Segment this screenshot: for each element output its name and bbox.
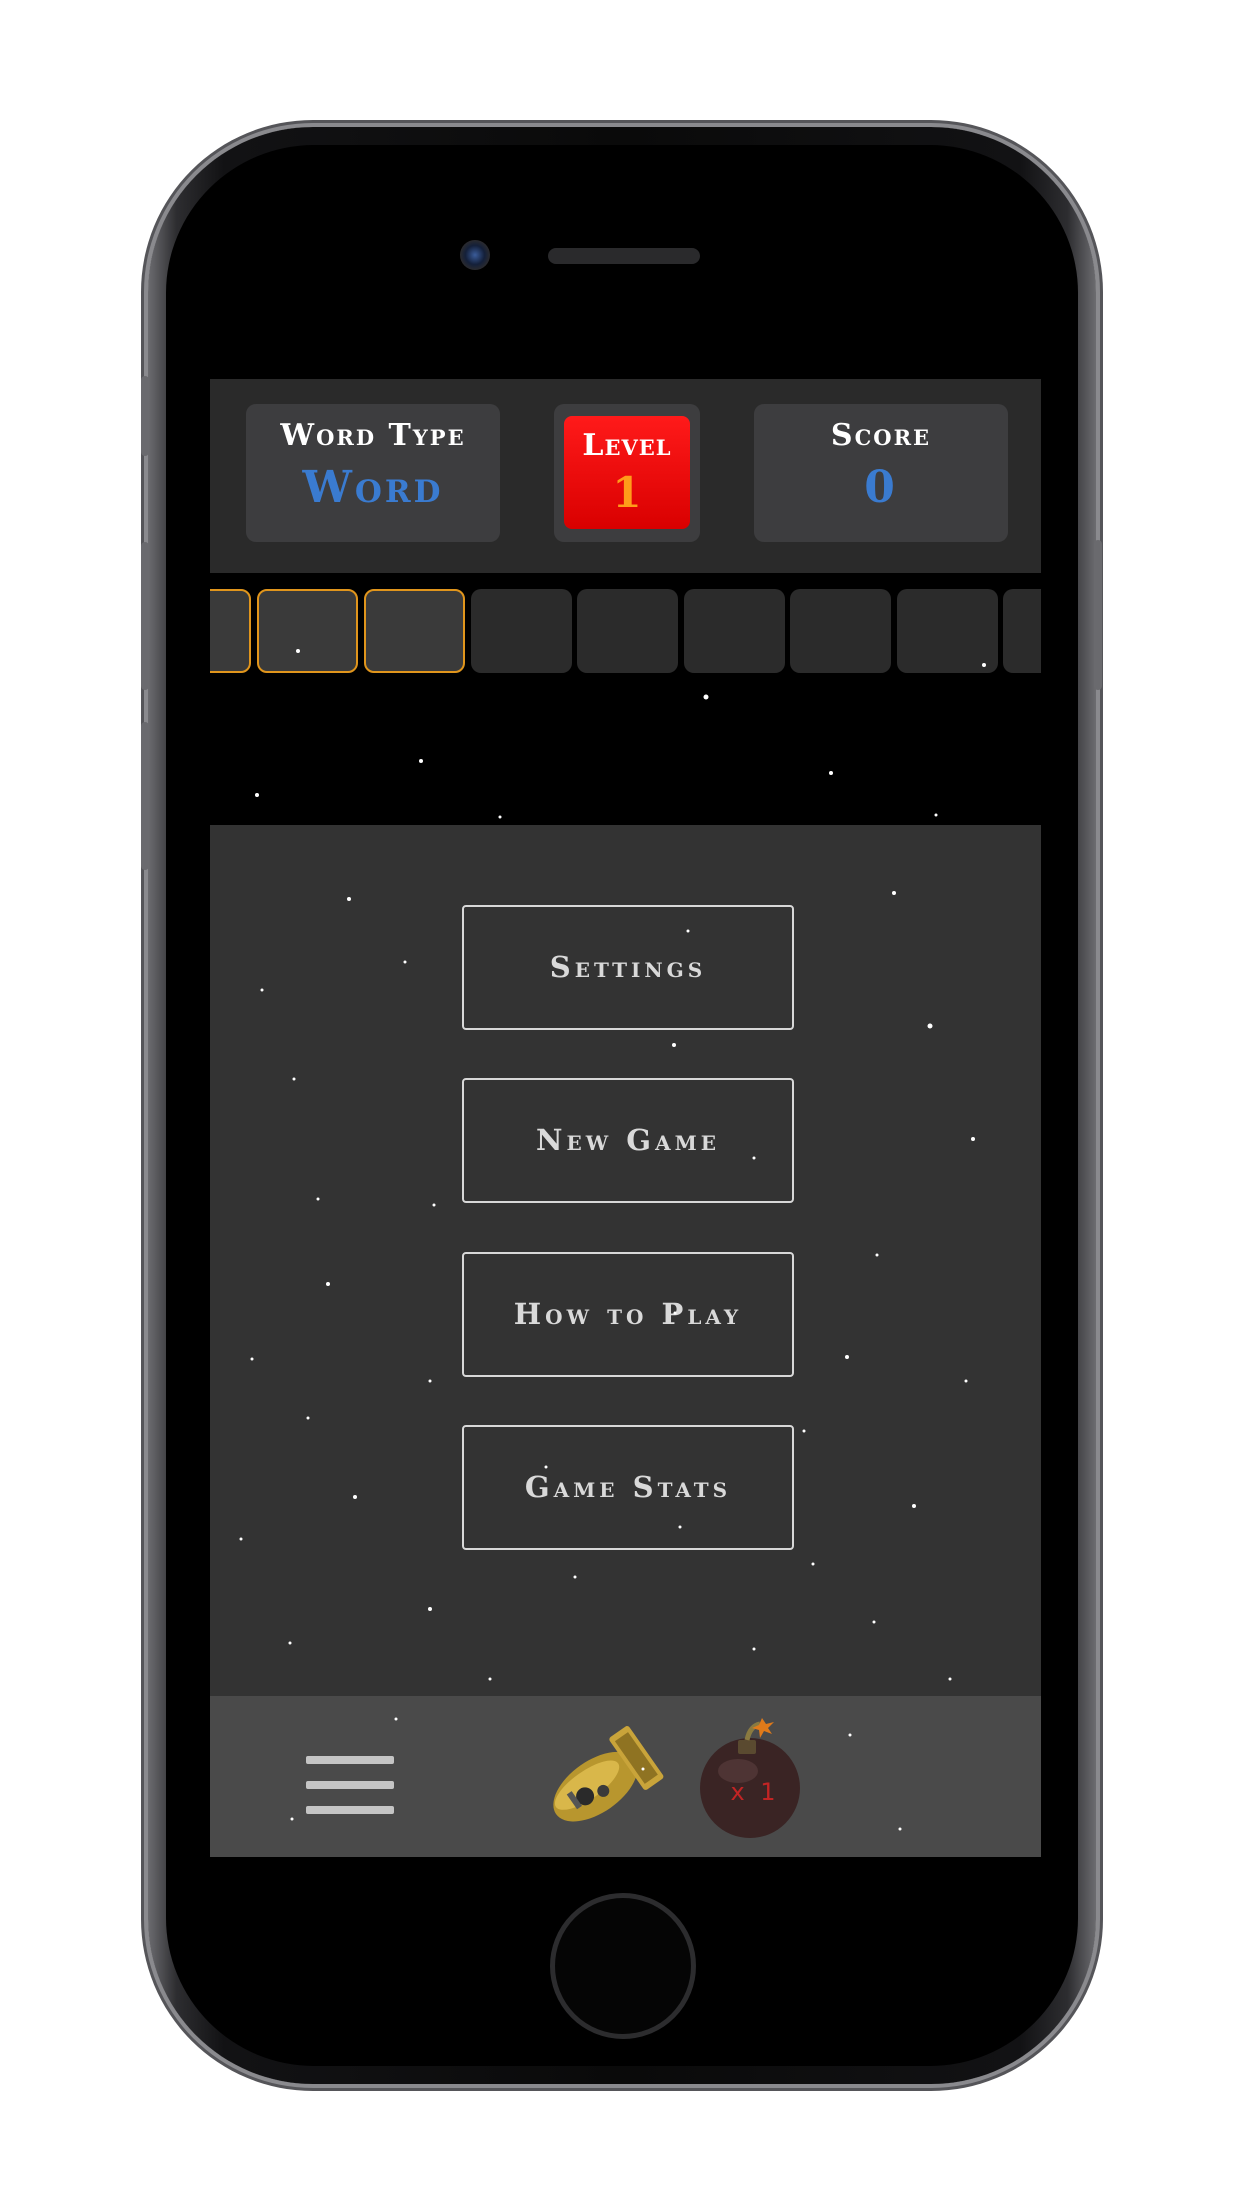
score-panel: Score 0 — [754, 404, 1008, 542]
letter-slot[interactable] — [577, 589, 678, 673]
letter-slot[interactable] — [257, 589, 358, 673]
score-label: Score — [830, 418, 932, 453]
volume-up-button — [141, 542, 149, 690]
earpiece-speaker — [548, 248, 700, 264]
word-type-value: Word — [302, 462, 444, 513]
letter-slot[interactable] — [897, 589, 998, 673]
home-button[interactable] — [550, 1893, 696, 2039]
rocket-icon[interactable] — [535, 1721, 665, 1836]
mute-switch — [141, 376, 149, 456]
menu-icon[interactable] — [306, 1756, 394, 1814]
letter-slot[interactable] — [1003, 589, 1041, 673]
letter-slot[interactable] — [471, 589, 572, 673]
word-type-label: Word Type — [280, 418, 466, 453]
letter-slot[interactable] — [210, 589, 251, 673]
front-camera — [460, 240, 490, 270]
power-button — [1094, 540, 1102, 690]
level-value: 1 — [612, 468, 642, 517]
letter-slot[interactable] — [364, 589, 465, 673]
game-header: Word Type Word Level 1 Score 0 — [210, 379, 1041, 573]
letter-slot[interactable] — [790, 589, 891, 673]
letter-slots — [210, 589, 1041, 675]
main-menu: Settings New Game How to Play Game Stats — [210, 825, 1041, 1696]
level-panel: Level 1 — [554, 404, 700, 542]
score-value: 0 — [864, 462, 898, 513]
bomb-count: x 1 — [730, 1778, 780, 1806]
level-badge: Level 1 — [564, 416, 690, 529]
level-label: Level — [582, 428, 672, 463]
how-to-play-button[interactable]: How to Play — [462, 1252, 794, 1377]
letter-slot[interactable] — [684, 589, 785, 673]
game-stats-button[interactable]: Game Stats — [462, 1425, 794, 1550]
bottom-toolbar: x 1 — [210, 1696, 1041, 1857]
new-game-button[interactable]: New Game — [462, 1078, 794, 1203]
word-type-panel: Word Type Word — [246, 404, 500, 542]
app-screen: Word Type Word Level 1 Score 0 Settings … — [210, 379, 1041, 1857]
volume-down-button — [141, 722, 149, 870]
settings-button[interactable]: Settings — [462, 905, 794, 1030]
